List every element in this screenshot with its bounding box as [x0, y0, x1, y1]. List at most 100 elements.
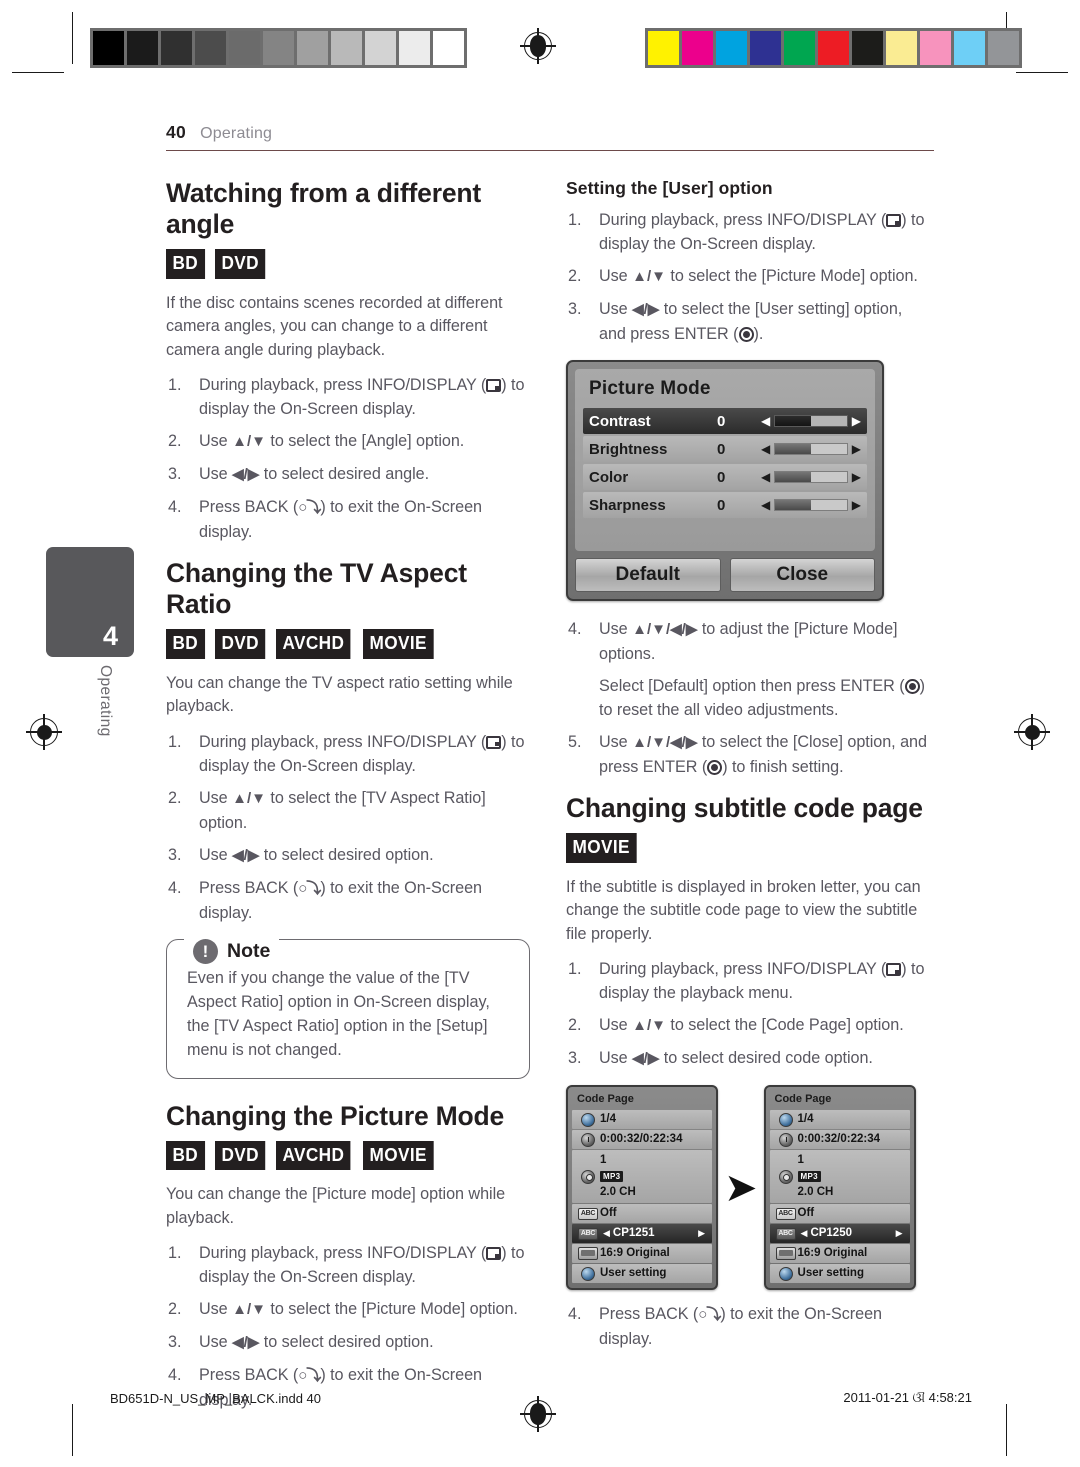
code-page-row-icon: [576, 1246, 600, 1261]
step-number: 3.: [568, 300, 582, 318]
display-icon: [886, 960, 902, 978]
calibration-swatch: [263, 31, 294, 65]
chapter-tab: 4: [46, 547, 134, 657]
calibration-swatch: [716, 31, 747, 65]
picture-mode-row-label: Sharpness: [589, 496, 666, 514]
code-page-row[interactable]: 1/4: [572, 1110, 712, 1129]
code-page-row[interactable]: User setting: [572, 1264, 712, 1283]
instruction-step: 1. During playback, press INFO/DISPLAY ()…: [166, 730, 530, 778]
picture-mode-slider[interactable]: ◀ ▶: [761, 443, 861, 455]
abc-icon: ABC: [578, 1207, 598, 1220]
code-page-osd-pair: Code Page 1/4 0:00:32/0:22:34 1 MP3 2.0 CH AB…: [566, 1085, 930, 1290]
clock-icon: [778, 1132, 793, 1147]
default-button[interactable]: Default: [575, 558, 721, 592]
code-page-row[interactable]: ABC Off: [572, 1204, 712, 1223]
code-page-row[interactable]: ABC ◀ CP1250 ▶: [769, 1224, 910, 1243]
step-number: 2.: [168, 432, 182, 450]
code-page-osd-left-title: Code Page: [577, 1093, 634, 1105]
media-badge-movie: MOVIE: [363, 629, 434, 659]
heading-subtitle-code-page: Changing subtitle code page: [566, 793, 923, 823]
heading-setting-user-option: Setting the [User] option: [566, 178, 773, 198]
caret-left-icon[interactable]: ◀: [761, 471, 770, 483]
code-page-osd-right: Code Page 1/4 0:00:32/0:22:34 1 MP3 2.0 CH AB…: [763, 1085, 916, 1290]
back-icon: ○⤵: [698, 1306, 721, 1323]
caret-right-icon[interactable]: ▶: [695, 1228, 708, 1239]
instruction-step: 1. During playback, press INFO/DISPLAY ()…: [166, 373, 530, 421]
enter-icon: [707, 758, 723, 776]
picture-mode-row[interactable]: Contrast 0 ◀ ▶: [583, 408, 867, 434]
instruction-step: 3. Use ◀/▶ to select the [User setting] o…: [566, 297, 930, 346]
slider-track[interactable]: [774, 471, 848, 483]
picture-mode-row-label: Color: [589, 468, 629, 486]
instruction-step: 4. Press BACK (○⤵) to exit the On-Screen …: [566, 1302, 930, 1351]
slider-track[interactable]: [774, 499, 848, 511]
calibration-swatch: [195, 31, 226, 65]
section-name: Operating: [200, 125, 273, 142]
code-page-row[interactable]: User setting: [769, 1264, 910, 1283]
caret-left-icon[interactable]: ◀: [761, 499, 770, 511]
instruction-step: 1. During playback, press INFO/DISPLAY ()…: [566, 957, 930, 1005]
caret-right-icon[interactable]: ▶: [852, 415, 861, 427]
calibration-swatch: [161, 31, 192, 65]
code-page-row[interactable]: 1 MP3 2.0 CH: [572, 1150, 712, 1203]
caret-right-icon[interactable]: ▶: [893, 1228, 906, 1239]
calibration-swatch: [988, 31, 1019, 65]
dpad-keys: ◀/▶: [232, 466, 260, 483]
badges-subtitle-code-page: MOVIE: [566, 833, 930, 863]
globe-icon: [778, 1266, 793, 1281]
dpad-keys: ◀/▶: [632, 301, 660, 318]
code-page-row-icon: ABC: [774, 1206, 798, 1221]
step-number: 1.: [168, 732, 182, 751]
caret-left-icon[interactable]: ◀: [761, 443, 770, 455]
calibration-swatch: [297, 31, 328, 65]
code-page-row-text: 0:00:32/0:22:34: [797, 1133, 880, 1145]
picture-mode-row[interactable]: Brightness 0 ◀ ▶: [583, 436, 867, 462]
caret-right-icon[interactable]: ▶: [852, 471, 861, 483]
caret-left-icon[interactable]: ◀: [600, 1228, 613, 1239]
code-page-row[interactable]: ABC Off: [769, 1204, 910, 1223]
picture-mode-slider[interactable]: ◀ ▶: [761, 499, 861, 511]
intro-subtitle-code-page: If the subtitle is displayed in broken l…: [566, 877, 921, 943]
code-page-row[interactable]: 0:00:32/0:22:34: [572, 1130, 712, 1149]
media-badge-movie: MOVIE: [566, 833, 637, 863]
slider-track[interactable]: [774, 415, 848, 427]
badges-picture-mode: BD DVD AVCHD MOVIE: [166, 1140, 530, 1170]
instruction-step: 4. Press BACK (○⤵) to exit the On-Screen …: [166, 876, 530, 925]
footer-filename: BD651D-N_US_MP_BALCK.indd 40: [110, 1390, 321, 1406]
picture-mode-slider[interactable]: ◀ ▶: [761, 415, 861, 427]
disc-icon: [778, 1112, 793, 1127]
note-label: Note: [227, 939, 271, 962]
code-page-row[interactable]: 1 MP3 2.0 CH: [769, 1150, 910, 1203]
picture-mode-row[interactable]: Sharpness 0 ◀ ▶: [583, 492, 867, 518]
caret-right-icon[interactable]: ▶: [852, 443, 861, 455]
close-button[interactable]: Close: [729, 558, 875, 592]
registration-mark-left: [26, 714, 62, 750]
code-page-row-icon: [774, 1169, 798, 1184]
steps-subtitle-code-page: 1. During playback, press INFO/DISPLAY ()…: [566, 957, 930, 1071]
instruction-step: 1. During playback, press INFO/DISPLAY ()…: [166, 1241, 530, 1289]
crop-mark-br-v: [1006, 1404, 1008, 1456]
picture-mode-row[interactable]: Color 0 ◀ ▶: [583, 464, 867, 490]
code-page-row[interactable]: 16:9 Original: [769, 1244, 910, 1263]
dpad-keys: ▲/▼: [232, 1301, 266, 1318]
display-icon: [486, 376, 502, 394]
caret-right-icon[interactable]: ▶: [852, 499, 861, 511]
code-page-row[interactable]: ABC ◀ CP1251 ▶: [572, 1224, 712, 1243]
dpad-keys: ▲/▼: [232, 789, 266, 807]
calibration-swatch: [784, 31, 815, 65]
codepage-icon: ABC: [578, 1227, 598, 1240]
page-number: 40: [166, 122, 187, 142]
picture-mode-slider[interactable]: ◀ ▶: [761, 471, 861, 483]
caret-left-icon[interactable]: ◀: [798, 1228, 811, 1239]
enter-icon: [738, 325, 754, 343]
code-page-row[interactable]: 16:9 Original: [572, 1244, 712, 1263]
instruction-step: 1. During playback, press INFO/DISPLAY ()…: [566, 208, 930, 256]
code-page-row[interactable]: 1/4: [769, 1110, 910, 1129]
code-page-row[interactable]: 0:00:32/0:22:34: [769, 1130, 910, 1149]
slider-track[interactable]: [774, 443, 848, 455]
calibration-swatch: [750, 31, 781, 65]
picture-mode-osd-inner: Picture Mode Contrast 0 ◀ ▶ Brightness 0 ◀ ▶ Col…: [575, 369, 875, 551]
badges-watching-different-angle: BD DVD: [166, 249, 530, 279]
caret-left-icon[interactable]: ◀: [761, 415, 770, 427]
picture-mode-row-value: 0: [717, 496, 726, 514]
